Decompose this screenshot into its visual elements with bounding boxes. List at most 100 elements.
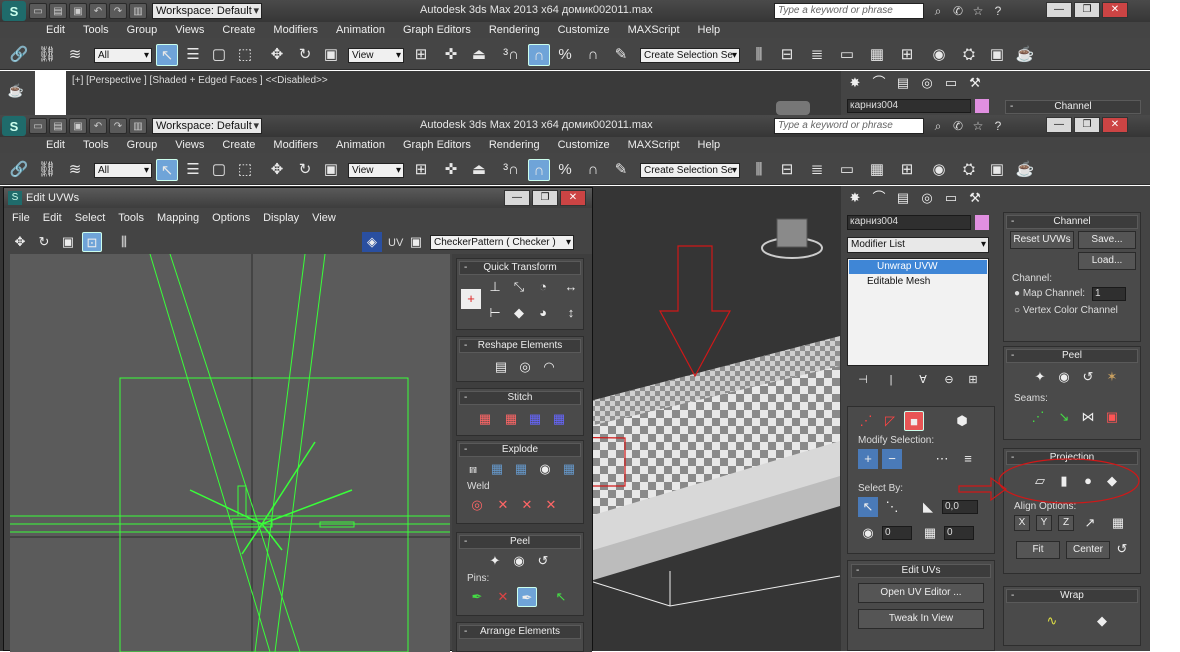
space-vertical-icon[interactable]: ↕ xyxy=(561,303,581,323)
render-production-icon[interactable]: ☕ xyxy=(1014,159,1036,181)
auto-pin-moved-icon[interactable]: ✒ xyxy=(517,587,537,607)
select-pinned-icon[interactable]: ↖ xyxy=(551,587,571,607)
snap-toggle-icon[interactable]: ³∩ xyxy=(500,159,522,181)
render-setup-icon[interactable]: ⛭ xyxy=(958,44,980,66)
modify-tab-icon[interactable]: ⌒ xyxy=(869,73,889,93)
map-channel-spinner[interactable]: 1 xyxy=(1092,287,1126,301)
map-channel-radio[interactable]: ● Map Channel: xyxy=(1014,288,1085,299)
window-crossing-icon[interactable]: ⬚ xyxy=(234,159,256,181)
uv-options-icon[interactable]: ▣ xyxy=(406,232,426,252)
favorites-icon[interactable]: ☆ xyxy=(970,118,986,134)
stitch-to-target-icon[interactable]: ▦ xyxy=(475,409,495,429)
new-file-icon[interactable]: ▭ xyxy=(29,3,47,19)
menu-create[interactable]: Create xyxy=(222,139,255,151)
named-selection-dropdown[interactable]: Create Selection Se xyxy=(640,163,740,178)
back-viewport[interactable]: [+] [Perspective ] [Shaded + Edged Faces… xyxy=(66,71,841,115)
percent-snap-icon[interactable]: % xyxy=(554,44,576,66)
uv-menu-view[interactable]: View xyxy=(312,212,336,228)
align-diagonal-icon[interactable]: ⤡ xyxy=(509,277,529,297)
space-horizontal-icon[interactable]: ↔ xyxy=(561,277,581,297)
communication-center-icon[interactable]: ✆ xyxy=(950,3,966,19)
rotate-icon[interactable]: ↻ xyxy=(294,44,316,66)
element-mode-icon[interactable]: ⬢ xyxy=(952,411,972,431)
weld-all-icon[interactable]: ✕ xyxy=(517,495,537,515)
best-align-icon[interactable]: ▦ xyxy=(1108,513,1128,533)
menu-customize[interactable]: Customize xyxy=(558,24,610,36)
selection-filter-dropdown[interactable]: All xyxy=(94,163,152,178)
break-icon[interactable]: ⩎ xyxy=(463,459,483,479)
selection-filter-dropdown[interactable]: All xyxy=(94,48,152,63)
curve-editor-icon[interactable]: ▦ xyxy=(866,159,888,181)
menu-create[interactable]: Create xyxy=(222,24,255,36)
align-icon[interactable]: ⊟ xyxy=(776,44,798,66)
planar-angle-icon[interactable]: ◣ xyxy=(918,497,938,517)
align-x-button[interactable]: X xyxy=(1014,515,1030,531)
uv-canvas[interactable] xyxy=(10,254,450,652)
new-file-icon[interactable]: ▭ xyxy=(29,118,47,134)
peel-header[interactable]: Peel xyxy=(1006,349,1138,363)
object-name-field[interactable]: карниз004 xyxy=(847,215,971,230)
unfold-map-icon[interactable]: ◆ xyxy=(1092,611,1112,631)
rotate-icon[interactable]: ↻ xyxy=(294,159,316,181)
smgroup-spinner[interactable]: 0 xyxy=(882,526,912,540)
spherical-map-icon[interactable]: ● xyxy=(1078,471,1098,491)
center-button[interactable]: Center xyxy=(1066,541,1110,559)
display-tab-icon[interactable]: ▭ xyxy=(941,188,961,208)
reset-peel-icon[interactable]: ↺ xyxy=(1078,367,1098,387)
flatten-by-smgroup-icon[interactable]: ▦ xyxy=(487,459,507,479)
schematic-view-icon[interactable]: ⊞ xyxy=(896,159,918,181)
uv-reset-peel-icon[interactable]: ↺ xyxy=(533,551,553,571)
3dsmax-logo-icon[interactable]: S xyxy=(2,1,26,21)
explode-header[interactable]: Explode xyxy=(459,443,581,457)
move-icon[interactable]: ✥ xyxy=(266,159,288,181)
binoculars-icon[interactable]: ⌕ xyxy=(930,3,946,19)
spinner-snap-icon[interactable]: ∩ xyxy=(582,44,604,66)
ring-icon[interactable]: ≡ xyxy=(958,449,978,469)
stitch-to-source-icon[interactable]: ▦ xyxy=(525,409,545,429)
viewport-label[interactable]: [+] [Perspective ] [Shaded + Edged Faces… xyxy=(72,75,328,86)
menu-graph-editors[interactable]: Graph Editors xyxy=(403,24,471,36)
project-folder-icon[interactable]: ▥ xyxy=(129,3,147,19)
configure-sets-icon[interactable]: ⊞ xyxy=(963,370,983,390)
scale-icon[interactable]: ▣ xyxy=(320,44,342,66)
scale-icon[interactable]: ▣ xyxy=(320,159,342,181)
motion-tab-icon[interactable]: ◎ xyxy=(917,188,937,208)
uv-menu-file[interactable]: File xyxy=(12,212,30,228)
cylindrical-map-icon[interactable]: ▮ xyxy=(1054,471,1074,491)
project-folder-icon[interactable]: ▥ xyxy=(129,118,147,134)
stitch-header[interactable]: Stitch xyxy=(459,391,581,405)
3dsmax-logo-icon[interactable]: S xyxy=(2,116,26,136)
keyboard-shortcut-icon[interactable]: ⏏ xyxy=(468,159,490,181)
edge-sel-to-seams-icon[interactable]: ⋈ xyxy=(1078,407,1098,427)
menu-graph-editors[interactable]: Graph Editors xyxy=(403,139,471,151)
utilities-tab-icon[interactable]: ⚒ xyxy=(965,73,985,93)
uv-freeform-icon[interactable]: ⊡ xyxy=(82,232,102,252)
uv-peel-header[interactable]: Peel xyxy=(459,535,581,549)
hierarchy-tab-icon[interactable]: ▤ xyxy=(893,188,913,208)
box-map-icon[interactable]: ◆ xyxy=(1102,471,1122,491)
object-color-swatch[interactable] xyxy=(975,215,989,230)
link-icon[interactable]: 🔗 xyxy=(8,159,30,181)
vertex-color-radio[interactable]: ○ Vertex Color Channel xyxy=(1014,305,1118,316)
uv-scale-icon[interactable]: ▣ xyxy=(58,232,78,252)
wrap-header[interactable]: Wrap xyxy=(1006,589,1138,603)
uv-peel-mode-icon[interactable]: ◉ xyxy=(509,551,529,571)
pin-stack-icon[interactable]: ⊣ xyxy=(853,370,873,390)
show-end-result-icon[interactable]: | xyxy=(881,370,901,390)
render-setup-icon[interactable]: ⛭ xyxy=(958,159,980,181)
planar-map-icon[interactable]: ▱ xyxy=(1030,471,1050,491)
layer-manager-icon[interactable]: ≣ xyxy=(806,159,828,181)
make-unique-icon[interactable]: ∀ xyxy=(913,370,933,390)
teapot-icon[interactable]: ☕ xyxy=(6,81,26,101)
menu-tools[interactable]: Tools xyxy=(83,24,109,36)
select-by-name-icon[interactable]: ☰ xyxy=(182,159,204,181)
quick-transform-header[interactable]: Quick Transform xyxy=(459,261,581,275)
modifier-list-dropdown[interactable]: Modifier List xyxy=(847,237,989,253)
relax-icon[interactable]: ◎ xyxy=(515,357,535,377)
redo-icon[interactable]: ↷ xyxy=(109,118,127,134)
uv-menu-mapping[interactable]: Mapping xyxy=(157,212,199,228)
quick-peel-icon[interactable]: ✦ xyxy=(1030,367,1050,387)
search-input[interactable]: Type a keyword or phrase xyxy=(774,3,924,19)
snap-toggle-icon[interactable]: ³∩ xyxy=(500,44,522,66)
save-file-icon[interactable]: ▣ xyxy=(69,118,87,134)
